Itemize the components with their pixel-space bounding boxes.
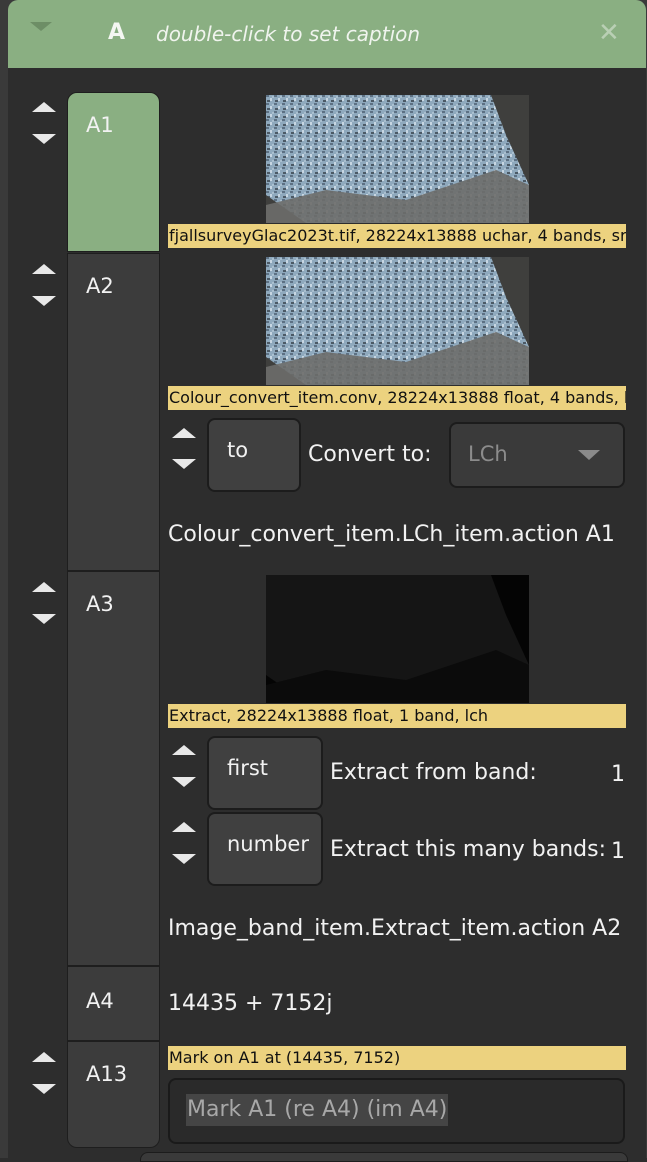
close-icon[interactable]: ✕ [598,18,620,48]
chevron-down-icon[interactable] [578,450,600,460]
param-button-number[interactable]: number [207,812,323,886]
move-down-icon[interactable] [32,614,56,624]
param-value-extract-from[interactable]: 1 [611,762,625,787]
column-caption[interactable]: double-click to set caption [156,22,420,46]
complex-value: 14435 + 7152j [168,991,333,1016]
mark-caption: Mark on A1 at (14435, 7152) [168,1046,626,1070]
move-up-icon[interactable] [172,745,196,755]
move-up-icon[interactable] [32,582,56,592]
move-down-icon[interactable] [32,296,56,306]
move-up-icon[interactable] [32,102,56,112]
row-name: A13 [86,1062,128,1086]
image-thumbnail-a3[interactable] [266,575,529,703]
move-down-icon[interactable] [32,1084,56,1094]
move-up-icon[interactable] [172,822,196,832]
row-label-a1[interactable]: A1 [67,92,160,252]
image-thumbnail-a2[interactable] [266,257,529,385]
mark-expression-text[interactable]: Mark A1 (re A4) (im A4) [186,1094,449,1126]
action-expression: Image_band_item.Extract_item.action A2 [168,916,622,941]
param-value-extract-count[interactable]: 1 [611,839,625,864]
select-value: LCh [468,442,508,466]
next-row-edge [140,1152,628,1162]
param-button-first[interactable]: first [207,736,323,810]
move-down-icon[interactable] [172,777,196,787]
column-name: A [108,20,126,45]
param-button-to[interactable]: to [207,418,301,492]
move-down-icon[interactable] [172,459,196,469]
row-label-a13[interactable]: A13 [67,1041,160,1148]
move-up-icon[interactable] [172,428,196,438]
param-label-extract-count: Extract this many bands: [330,837,607,862]
image-caption-a2: Colour_convert_item.conv, 28224x13888 fl… [168,386,626,410]
param-label-convert-to: Convert to: [308,442,432,467]
move-up-icon[interactable] [32,1052,56,1062]
image-caption-a1: fjallsurveyGlac2023t.tif, 28224x13888 uc… [168,224,626,248]
row-name: A4 [86,989,114,1013]
image-thumbnail-a1[interactable] [266,95,529,223]
row-name: A3 [86,592,114,616]
row-name: A2 [86,274,114,298]
move-down-icon[interactable] [32,134,56,144]
row-name: A1 [86,113,114,137]
action-expression: Colour_convert_item.LCh_item.action A1 [168,522,615,547]
move-down-icon[interactable] [172,854,196,864]
row-label-a4[interactable]: A4 [67,966,160,1041]
row-label-a2[interactable]: A2 [67,253,160,571]
image-caption-a3: Extract, 28224x13888 float, 1 band, lch [168,704,626,728]
chevron-down-icon[interactable] [30,22,52,31]
param-label-extract-from: Extract from band: [330,760,537,785]
move-up-icon[interactable] [32,264,56,274]
row-label-a3[interactable]: A3 [67,571,160,966]
